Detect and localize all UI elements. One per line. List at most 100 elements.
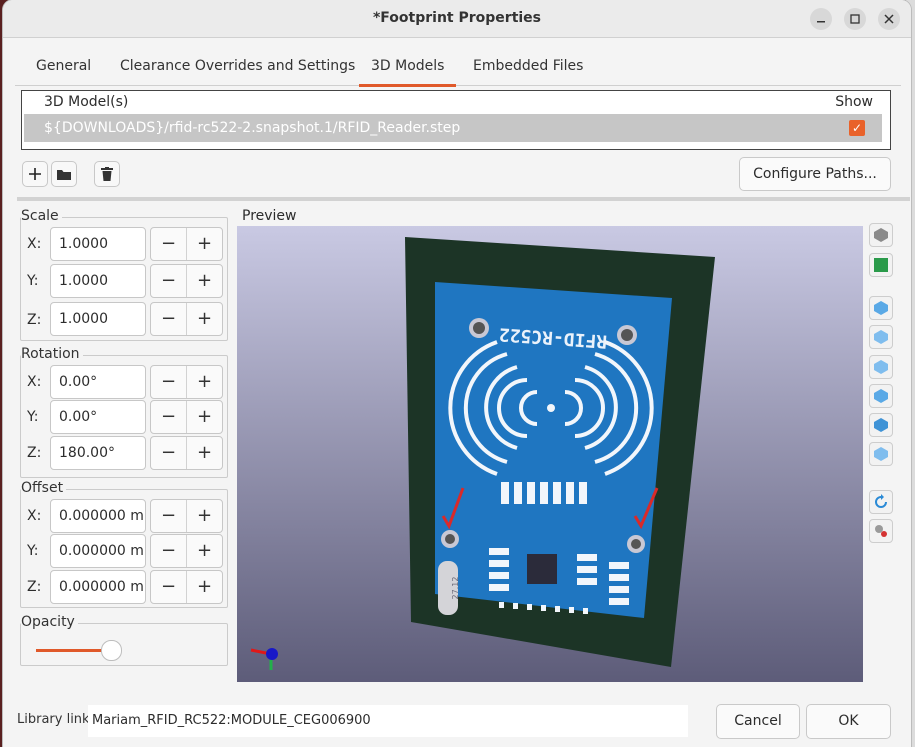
- offset-y-input[interactable]: 0.000000 mr: [50, 534, 146, 568]
- decrement-button[interactable]: −: [151, 265, 187, 297]
- splitter[interactable]: [17, 197, 910, 201]
- opacity-label: Opacity: [21, 614, 78, 630]
- increment-button[interactable]: +: [187, 571, 222, 603]
- view-right-button[interactable]: [869, 384, 893, 408]
- scale-z-input[interactable]: 1.0000: [50, 302, 146, 336]
- scale-x-label: X:: [27, 236, 42, 252]
- scale-x-stepper[interactable]: − +: [150, 227, 223, 261]
- cancel-button[interactable]: Cancel: [716, 704, 800, 739]
- offset-x-input[interactable]: 0.000000 mr: [50, 499, 146, 533]
- decrement-button[interactable]: −: [151, 303, 187, 335]
- increment-button[interactable]: +: [187, 228, 222, 260]
- decrement-button[interactable]: −: [151, 500, 187, 532]
- scale-y-stepper[interactable]: − +: [150, 264, 223, 298]
- rotation-z-stepper[interactable]: − +: [150, 436, 223, 470]
- folder-icon: [57, 169, 71, 180]
- rotation-label: Rotation: [21, 346, 83, 362]
- refresh-icon: [875, 494, 887, 508]
- decrement-button[interactable]: −: [151, 535, 187, 567]
- tab-embedded-files[interactable]: Embedded Files: [473, 58, 583, 74]
- ok-button[interactable]: OK: [806, 704, 891, 739]
- title-bar: *Footprint Properties: [3, 0, 911, 38]
- rotation-z-input[interactable]: 180.00°: [50, 436, 146, 470]
- crystal-label: 27.12: [451, 577, 460, 600]
- 3d-preview-viewport[interactable]: RFID-RC522 27.12: [237, 226, 863, 682]
- minimize-button[interactable]: [810, 8, 832, 30]
- window-title: *Footprint Properties: [372, 10, 542, 26]
- column-header-model: 3D Model(s): [44, 94, 129, 110]
- offset-z-stepper[interactable]: − +: [150, 570, 223, 604]
- opacity-slider-handle[interactable]: [101, 640, 122, 661]
- scale-z-label: Z:: [27, 312, 42, 328]
- offset-y-label: Y:: [27, 543, 39, 559]
- gear-icon: [875, 525, 887, 537]
- decrement-button[interactable]: −: [151, 228, 187, 260]
- decrement-button[interactable]: −: [151, 366, 187, 398]
- plus-icon: [29, 168, 41, 180]
- show-checkbox[interactable]: ✓: [849, 120, 865, 136]
- view-top-button[interactable]: [869, 413, 893, 437]
- column-header-show: Show: [835, 94, 873, 110]
- offset-z-label: Z:: [27, 579, 42, 595]
- opacity-slider-track[interactable]: [36, 649, 111, 652]
- rfid-pcb-model: RFID-RC522 27.12: [435, 282, 672, 618]
- offset-x-stepper[interactable]: − +: [150, 499, 223, 533]
- scale-y-label: Y:: [27, 273, 39, 289]
- tab-general[interactable]: General: [36, 58, 91, 74]
- model-path[interactable]: ${DOWNLOADS}/rfid-rc522-2.snapshot.1/RFI…: [44, 120, 460, 136]
- view-front-button[interactable]: [869, 296, 893, 320]
- reload-button[interactable]: [869, 490, 893, 514]
- increment-button[interactable]: +: [187, 366, 222, 398]
- decrement-button[interactable]: −: [151, 401, 187, 433]
- rotation-x-input[interactable]: 0.00°: [50, 365, 146, 399]
- offset-y-stepper[interactable]: − +: [150, 534, 223, 568]
- maximize-icon: [850, 14, 860, 24]
- offset-z-input[interactable]: 0.000000 mr: [50, 570, 146, 604]
- view-back-button[interactable]: [869, 325, 893, 349]
- close-icon: [884, 14, 894, 24]
- offset-label: Offset: [21, 480, 67, 496]
- models-table: 3D Model(s) Show ${DOWNLOADS}/rfid-rc522…: [21, 90, 891, 150]
- library-link-label: Library link:: [17, 712, 94, 727]
- scale-y-input[interactable]: 1.0000: [50, 264, 146, 298]
- increment-button[interactable]: +: [187, 401, 222, 433]
- scale-z-stepper[interactable]: − +: [150, 302, 223, 336]
- tab-clearance-overrides[interactable]: Clearance Overrides and Settings: [120, 58, 355, 74]
- cube-left-icon: [874, 360, 888, 374]
- view-bottom-button[interactable]: [869, 442, 893, 466]
- increment-button[interactable]: +: [187, 437, 222, 469]
- scale-label: Scale: [21, 208, 62, 224]
- cube-top-icon: [874, 418, 888, 432]
- decrement-button[interactable]: −: [151, 571, 187, 603]
- cube-front-icon: [874, 301, 888, 315]
- remove-model-button[interactable]: [94, 161, 120, 187]
- close-button[interactable]: [878, 8, 900, 30]
- decrement-button[interactable]: −: [151, 437, 187, 469]
- increment-button[interactable]: +: [187, 265, 222, 297]
- rotation-x-stepper[interactable]: − +: [150, 365, 223, 399]
- increment-button[interactable]: +: [187, 500, 222, 532]
- configure-paths-button[interactable]: Configure Paths...: [739, 157, 891, 191]
- rotation-y-stepper[interactable]: − +: [150, 400, 223, 434]
- increment-button[interactable]: +: [187, 303, 222, 335]
- board-body-toggle-button[interactable]: [869, 253, 893, 277]
- render-icon: [874, 228, 888, 242]
- add-model-button[interactable]: [22, 161, 48, 187]
- maximize-button[interactable]: [844, 8, 866, 30]
- settings-button[interactable]: [869, 519, 893, 543]
- tab-3d-models[interactable]: 3D Models: [358, 58, 458, 87]
- preview-label: Preview: [242, 208, 297, 224]
- 3d-preview-canvas[interactable]: RFID-RC522 27.12: [237, 226, 863, 682]
- library-link-field[interactable]: Mariam_RFID_RC522:MODULE_CEG006900: [88, 705, 688, 737]
- table-row[interactable]: ${DOWNLOADS}/rfid-rc522-2.snapshot.1/RFI…: [24, 114, 882, 142]
- render-toggle-button[interactable]: [869, 223, 893, 247]
- view-left-button[interactable]: [869, 355, 893, 379]
- rotation-z-label: Z:: [27, 445, 42, 461]
- cube-bottom-icon: [874, 447, 888, 461]
- rotation-y-input[interactable]: 0.00°: [50, 400, 146, 434]
- browse-model-button[interactable]: [51, 161, 77, 187]
- scale-x-input[interactable]: 1.0000: [50, 227, 146, 261]
- increment-button[interactable]: +: [187, 535, 222, 567]
- rotation-y-label: Y:: [27, 409, 39, 425]
- footprint-properties-dialog: *Footprint Properties General Clearance …: [3, 0, 911, 747]
